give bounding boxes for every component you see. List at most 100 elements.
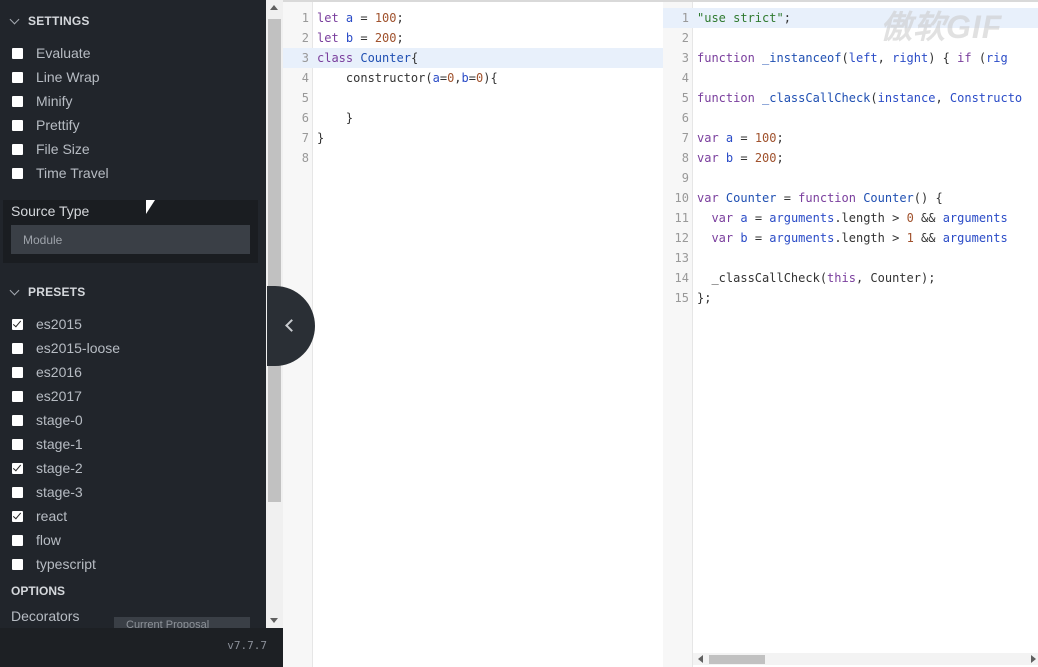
code-text: var Counter = function Counter() { <box>697 191 943 205</box>
preset-option[interactable]: es2015 <box>12 314 82 334</box>
code-token: = <box>468 71 476 85</box>
chevron-down-icon <box>9 14 20 24</box>
input-editor[interactable]: 1 let a = 100; 2 let b = 200; 3 class Counter… <box>283 0 663 667</box>
preset-option-label: typescript <box>36 556 96 572</box>
code-token: 200 <box>374 31 397 45</box>
code-token: } <box>317 131 325 145</box>
preset-option[interactable]: stage-2 <box>12 458 83 478</box>
code-line: 3 function _instanceof(left, right) { if … <box>663 48 1038 68</box>
line-number: 12 <box>674 231 689 245</box>
code-text: "use strict"; <box>697 11 791 25</box>
code-token: ; <box>783 11 791 25</box>
settings-option[interactable]: Prettify <box>12 115 80 135</box>
code-token: b <box>740 231 748 245</box>
settings-checkbox[interactable] <box>12 167 23 179</box>
scroll-down-arrow-icon[interactable] <box>270 618 278 623</box>
code-token: }; <box>697 291 712 305</box>
code-token: function <box>697 91 763 105</box>
preset-checkbox[interactable] <box>12 558 23 570</box>
code-token: arguments <box>769 211 835 225</box>
preset-option[interactable]: es2016 <box>12 362 82 382</box>
line-number: 7 <box>681 131 689 145</box>
presets-header[interactable]: PRESETS <box>9 282 85 302</box>
settings-option[interactable]: Evaluate <box>12 43 90 63</box>
horizontal-scrollbar-thumb[interactable] <box>709 655 765 664</box>
code-token: "use strict" <box>697 11 784 25</box>
code-token: let <box>317 11 346 25</box>
settings-option[interactable]: Time Travel <box>12 163 109 183</box>
code-token: this <box>827 271 856 285</box>
settings-title: SETTINGS <box>28 14 90 28</box>
preset-checkbox[interactable] <box>12 318 23 330</box>
preset-option[interactable]: es2017 <box>12 386 82 406</box>
code-token: ; <box>776 151 784 165</box>
settings-checkbox[interactable] <box>12 95 23 107</box>
code-text: _classCallCheck(this, Counter); <box>697 271 935 285</box>
preset-checkbox[interactable] <box>12 390 23 402</box>
code-token: 100 <box>374 11 397 25</box>
code-line: 7 var a = 100; <box>663 128 1038 148</box>
code-token: a <box>740 211 748 225</box>
preset-option[interactable]: flow <box>12 530 61 550</box>
preset-checkbox[interactable] <box>12 438 23 450</box>
code-token: = <box>776 191 799 205</box>
code-token: var <box>711 231 741 245</box>
settings-option[interactable]: Minify <box>12 91 73 111</box>
settings-option[interactable]: Line Wrap <box>12 67 100 87</box>
code-token: 100 <box>754 131 777 145</box>
code-token: = <box>733 131 755 145</box>
code-token: _instanceof <box>762 51 842 65</box>
preset-option[interactable]: es2015-loose <box>12 338 120 358</box>
code-text: function _classCallCheck(instance, Const… <box>697 91 1022 105</box>
preset-checkbox[interactable] <box>12 510 23 522</box>
scrollbar-thumb[interactable] <box>268 19 281 502</box>
code-line: 7} <box>283 128 663 148</box>
code-line: 6 <box>663 108 1038 128</box>
scroll-left-arrow-icon[interactable] <box>698 655 703 663</box>
preset-option[interactable]: stage-3 <box>12 482 83 502</box>
settings-option-label: Line Wrap <box>36 69 100 85</box>
code-token: , <box>935 91 950 105</box>
preset-option[interactable]: react <box>12 506 67 526</box>
settings-option-label: Time Travel <box>36 165 109 181</box>
preset-checkbox[interactable] <box>12 534 23 546</box>
preset-option[interactable]: stage-1 <box>12 434 83 454</box>
preset-checkbox[interactable] <box>12 366 23 378</box>
code-token: function <box>798 191 864 205</box>
settings-option[interactable]: File Size <box>12 139 90 159</box>
settings-checkbox[interactable] <box>12 143 23 155</box>
preset-checkbox[interactable] <box>12 342 23 354</box>
code-token: = <box>353 31 375 45</box>
code-text: } <box>317 111 353 125</box>
preset-option[interactable]: typescript <box>12 554 96 574</box>
preset-checkbox[interactable] <box>12 462 23 474</box>
scroll-right-arrow-icon[interactable] <box>1031 655 1036 663</box>
settings-checkbox[interactable] <box>12 71 23 83</box>
scroll-up-arrow-icon[interactable] <box>270 5 278 10</box>
line-number: 2 <box>301 31 309 45</box>
settings-checkbox[interactable] <box>12 47 23 59</box>
code-token: _classCallCheck( <box>697 271 828 285</box>
code-token: Counter <box>360 51 411 65</box>
preset-option-label: stage-2 <box>36 460 83 476</box>
line-number: 2 <box>681 31 689 45</box>
output-editor[interactable]: 1 "use strict"; 2 3 function _instanceof(lef… <box>663 0 1038 667</box>
version-label: v7.7.7 <box>227 639 267 652</box>
horizontal-scrollbar[interactable] <box>693 653 1038 665</box>
code-token: ; <box>776 131 784 145</box>
code-text: constructor(a=0,b=0){ <box>317 71 498 85</box>
settings-header[interactable]: SETTINGS <box>9 11 90 31</box>
source-type-select[interactable]: Module <box>11 225 250 254</box>
code-token: } <box>317 111 354 125</box>
code-token: ) { <box>928 51 958 65</box>
preset-option[interactable]: stage-0 <box>12 410 83 430</box>
settings-option-label: Evaluate <box>36 45 91 61</box>
settings-checkbox[interactable] <box>12 119 23 131</box>
code-token: b <box>461 71 469 85</box>
code-text: let a = 100; <box>317 11 404 25</box>
settings-option-label: Prettify <box>36 117 80 133</box>
preset-checkbox[interactable] <box>12 486 23 498</box>
code-token: 0 <box>906 211 914 225</box>
code-token: , <box>877 51 893 65</box>
preset-checkbox[interactable] <box>12 414 23 426</box>
